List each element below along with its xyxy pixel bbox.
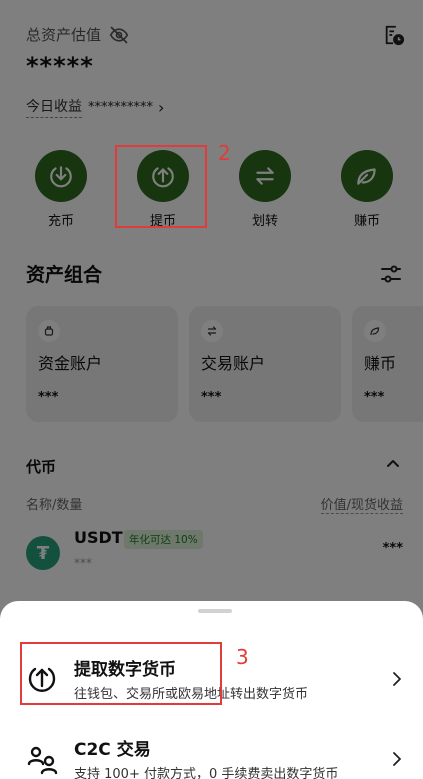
annotation-box-3 [20,642,222,705]
annotation-number-3: 3 [236,645,249,669]
c2c-trade-option[interactable]: C2C 交易 支持 100+ 付款方式，0 手续费卖出数字货币 [0,729,423,779]
chevron-right-icon [393,752,401,766]
annotation-box-2 [115,145,207,228]
chevron-right-icon [393,672,401,686]
sheet-drag-handle[interactable] [198,609,232,613]
c2c-trade-desc: 支持 100+ 付款方式，0 手续费卖出数字货币 [74,767,339,779]
c2c-users-icon [27,746,58,775]
annotation-number-2: 2 [218,141,231,165]
c2c-trade-title: C2C 交易 [74,740,151,760]
